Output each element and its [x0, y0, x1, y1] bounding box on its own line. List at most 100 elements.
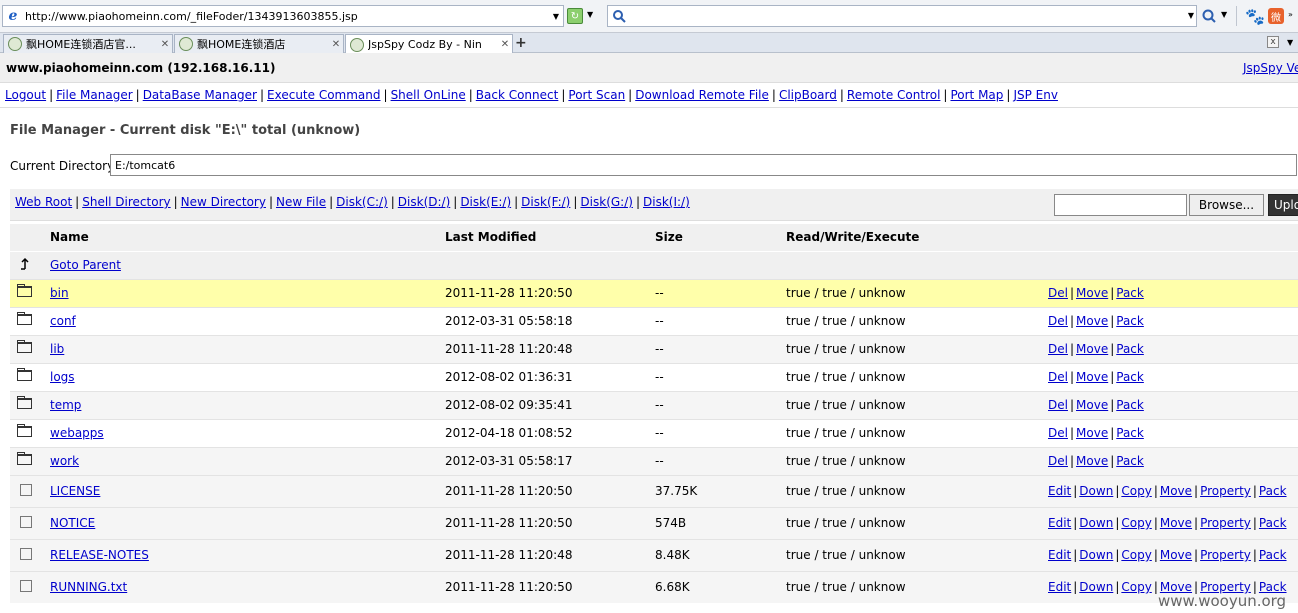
dir-name-link[interactable]: lib: [50, 342, 64, 356]
row-action-link[interactable]: Down: [1079, 516, 1113, 530]
row-action-link[interactable]: Property: [1200, 484, 1251, 498]
chevron-right-icon[interactable]: »: [1288, 10, 1293, 19]
row-action-link[interactable]: Pack: [1116, 342, 1144, 356]
row-action-link[interactable]: Property: [1200, 516, 1251, 530]
row-action-link[interactable]: Pack: [1116, 286, 1144, 300]
nav-file-manager-link[interactable]: File Manager: [56, 88, 133, 102]
row-action-link[interactable]: Del: [1048, 454, 1068, 468]
row-checkbox[interactable]: [20, 547, 32, 560]
toolbar-disk-g-link[interactable]: Disk(G:/): [580, 195, 633, 209]
row-action-link[interactable]: Del: [1048, 370, 1068, 384]
row-action-link[interactable]: Del: [1048, 342, 1068, 356]
toolbar-new-file-link[interactable]: New File: [276, 195, 326, 209]
toolbar-shell-directory-link[interactable]: Shell Directory: [82, 195, 170, 209]
row-action-link[interactable]: Copy: [1121, 516, 1151, 530]
row-action-link[interactable]: Down: [1079, 580, 1113, 594]
chevron-down-icon[interactable]: ▼: [549, 12, 563, 21]
weibo-icon[interactable]: 微: [1268, 8, 1284, 24]
close-icon[interactable]: ✕: [498, 39, 512, 50]
file-name-link[interactable]: RELEASE-NOTES: [50, 548, 149, 562]
dir-name-link[interactable]: bin: [50, 286, 69, 300]
goto-parent-link[interactable]: Goto Parent: [50, 258, 121, 272]
close-icon[interactable]: ✕: [329, 39, 343, 50]
row-action-link[interactable]: Copy: [1121, 580, 1151, 594]
row-action-link[interactable]: Property: [1200, 548, 1251, 562]
row-action-link[interactable]: Pack: [1116, 426, 1144, 440]
nav-remote-control-link[interactable]: Remote Control: [847, 88, 941, 102]
nav-logout-link[interactable]: Logout: [5, 88, 46, 102]
row-action-link[interactable]: Pack: [1116, 454, 1144, 468]
row-action-link[interactable]: Move: [1160, 548, 1192, 562]
row-checkbox[interactable]: [20, 483, 32, 496]
row-action-link[interactable]: Pack: [1116, 370, 1144, 384]
nav-execute-command-link[interactable]: Execute Command: [267, 88, 380, 102]
upload-file-input[interactable]: [1054, 194, 1187, 216]
address-url[interactable]: http://www.piaohomeinn.com/_fileFoder/13…: [25, 10, 549, 23]
toolbar-disk-d-link[interactable]: Disk(D:/): [398, 195, 450, 209]
row-action-link[interactable]: Move: [1076, 426, 1108, 440]
dir-name-link[interactable]: temp: [50, 398, 81, 412]
nav-shell-online-link[interactable]: Shell OnLine: [391, 88, 466, 102]
address-field[interactable]: e http://www.piaohomeinn.com/_fileFoder/…: [2, 5, 564, 27]
row-action-link[interactable]: Del: [1048, 398, 1068, 412]
search-input[interactable]: ▼: [607, 5, 1197, 27]
chevron-down-icon[interactable]: ▼: [587, 10, 593, 19]
nav-clipboard-link[interactable]: ClipBoard: [779, 88, 837, 102]
nav-download-remote-file-link[interactable]: Download Remote File: [635, 88, 769, 102]
row-action-link[interactable]: Move: [1076, 314, 1108, 328]
row-action-link[interactable]: Pack: [1259, 484, 1287, 498]
close-icon[interactable]: ✕: [158, 39, 172, 50]
file-name-link[interactable]: LICENSE: [50, 484, 100, 498]
row-action-link[interactable]: Pack: [1116, 314, 1144, 328]
row-checkbox[interactable]: [20, 515, 32, 528]
nav-back-connect-link[interactable]: Back Connect: [476, 88, 559, 102]
row-checkbox[interactable]: [20, 579, 32, 592]
dir-name-link[interactable]: webapps: [50, 426, 104, 440]
row-action-link[interactable]: Edit: [1048, 580, 1071, 594]
row-action-link[interactable]: Edit: [1048, 484, 1071, 498]
refresh-icon[interactable]: ↻: [567, 8, 583, 24]
row-action-link[interactable]: Copy: [1121, 548, 1151, 562]
toolbar-web-root-link[interactable]: Web Root: [15, 195, 72, 209]
tab-piaohome-official[interactable]: 飘HOME连锁酒店官... ✕: [3, 34, 173, 53]
row-action-link[interactable]: Pack: [1259, 548, 1287, 562]
nav-port-scan-link[interactable]: Port Scan: [568, 88, 625, 102]
row-action-link[interactable]: Move: [1076, 398, 1108, 412]
tab-jspspy[interactable]: JspSpy Codz By - Nin ✕: [345, 34, 513, 54]
row-action-link[interactable]: Del: [1048, 314, 1068, 328]
nav-database-manager-link[interactable]: DataBase Manager: [143, 88, 257, 102]
row-action-link[interactable]: Edit: [1048, 516, 1071, 530]
row-action-link[interactable]: Pack: [1259, 516, 1287, 530]
file-name-link[interactable]: RUNNING.txt: [50, 580, 127, 594]
search-go-icon[interactable]: [1201, 8, 1217, 24]
row-action-link[interactable]: Move: [1076, 342, 1108, 356]
chevron-down-icon[interactable]: ▼: [1188, 11, 1194, 20]
close-tab-icon[interactable]: x: [1267, 36, 1279, 48]
chevron-down-icon[interactable]: ▼: [1221, 10, 1227, 19]
row-action-link[interactable]: Down: [1079, 548, 1113, 562]
upload-button[interactable]: Upload: [1268, 194, 1298, 216]
new-tab-icon[interactable]: +: [515, 35, 527, 51]
row-action-link[interactable]: Pack: [1116, 398, 1144, 412]
row-action-link[interactable]: Copy: [1121, 484, 1151, 498]
row-action-link[interactable]: Del: [1048, 426, 1068, 440]
file-name-link[interactable]: NOTICE: [50, 516, 95, 530]
row-action-link[interactable]: Edit: [1048, 548, 1071, 562]
toolbar-disk-i-link[interactable]: Disk(I:/): [643, 195, 690, 209]
dir-name-link[interactable]: work: [50, 454, 79, 468]
browse-button[interactable]: Browse...: [1189, 194, 1264, 216]
toolbar-new-directory-link[interactable]: New Directory: [181, 195, 266, 209]
chevron-down-icon[interactable]: ▼: [1287, 38, 1293, 47]
toolbar-disk-f-link[interactable]: Disk(F:/): [521, 195, 570, 209]
dir-name-link[interactable]: conf: [50, 314, 76, 328]
nav-port-map-link[interactable]: Port Map: [950, 88, 1003, 102]
row-action-link[interactable]: Del: [1048, 286, 1068, 300]
row-action-link[interactable]: Move: [1160, 516, 1192, 530]
nav-jsp-env-link[interactable]: JSP Env: [1013, 88, 1058, 102]
row-action-link[interactable]: Move: [1076, 370, 1108, 384]
baidu-paw-icon[interactable]: 🐾: [1245, 7, 1265, 26]
tab-piaohome[interactable]: 飘HOME连锁酒店 ✕: [174, 34, 344, 53]
row-action-link[interactable]: Down: [1079, 484, 1113, 498]
jspspy-version-link[interactable]: JspSpy Ve: [1243, 61, 1298, 75]
row-action-link[interactable]: Move: [1076, 454, 1108, 468]
